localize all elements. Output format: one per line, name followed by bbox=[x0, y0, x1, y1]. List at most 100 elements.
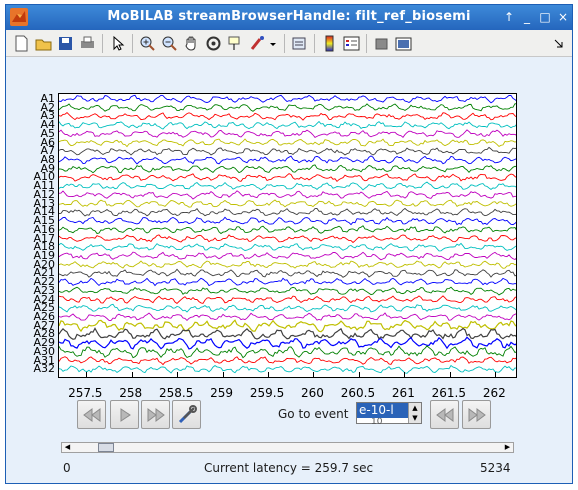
current-latency-label: Current latency = 259.7 sec bbox=[204, 461, 374, 475]
legend-icon[interactable] bbox=[342, 34, 361, 53]
eeg-axes[interactable] bbox=[58, 93, 517, 378]
x-tick-label: 260.5 bbox=[340, 386, 376, 400]
x-tick-label: 258 bbox=[119, 386, 143, 400]
channel-trace bbox=[59, 173, 516, 183]
channel-trace bbox=[59, 103, 516, 112]
channel-trace bbox=[59, 207, 516, 217]
spinner-up-icon[interactable]: ▲ bbox=[409, 403, 421, 413]
channel-trace bbox=[59, 303, 516, 313]
hide-plot-tools-icon[interactable] bbox=[372, 34, 391, 53]
toolbar-separator bbox=[314, 34, 315, 53]
x-tick-label: 257.5 bbox=[68, 386, 103, 400]
pan-icon[interactable] bbox=[182, 34, 201, 53]
x-tick-label: 262 bbox=[482, 386, 506, 400]
figure-canvas: A1 A2 A3 A4 A5 A6 A7 A8 A9 A10 A11 A12 A13 A14 A15 A16 A… bbox=[6, 58, 572, 483]
play-button[interactable] bbox=[110, 400, 139, 429]
new-file-icon[interactable] bbox=[12, 34, 31, 53]
zoom-in-icon[interactable] bbox=[138, 34, 157, 53]
zoom-out-icon[interactable] bbox=[160, 34, 179, 53]
channel-trace bbox=[59, 111, 516, 121]
channel-trace bbox=[59, 146, 516, 156]
rewind-button[interactable] bbox=[77, 400, 106, 429]
dock-arrow-icon[interactable] bbox=[552, 34, 566, 53]
channel-trace bbox=[59, 295, 516, 304]
pointer-icon[interactable] bbox=[108, 34, 127, 53]
x-tick-mark bbox=[313, 372, 315, 377]
channel-trace bbox=[59, 138, 516, 148]
next-event-button[interactable] bbox=[462, 400, 491, 429]
event-spinner[interactable]: e-10-l 10 ▲ ▼ bbox=[356, 402, 422, 424]
channel-label: A32 bbox=[33, 362, 55, 376]
channel-trace bbox=[59, 181, 516, 191]
pin-button[interactable]: ↑ bbox=[502, 10, 516, 24]
toolbar-separator bbox=[366, 34, 367, 53]
event-spinner-value[interactable]: e-10-l bbox=[357, 403, 409, 418]
x-tick-mark bbox=[177, 372, 179, 377]
channel-trace bbox=[59, 216, 516, 226]
channel-trace bbox=[59, 190, 516, 200]
x-tick-mark bbox=[404, 372, 406, 377]
colorbar-icon[interactable] bbox=[320, 34, 339, 53]
link-icon[interactable] bbox=[290, 34, 309, 53]
channel-trace bbox=[59, 312, 516, 322]
x-tick-label: 261 bbox=[391, 386, 415, 400]
x-tick-label: 259.5 bbox=[249, 386, 285, 400]
eeg-traces bbox=[59, 94, 516, 374]
scroll-max-label: 5234 bbox=[480, 461, 511, 475]
x-tick-mark bbox=[268, 372, 270, 377]
toolbar-separator bbox=[132, 34, 133, 53]
show-plot-tools-icon[interactable] bbox=[394, 34, 413, 53]
minimize-button[interactable]: _ bbox=[520, 10, 534, 24]
spinner-arrows[interactable]: ▲ ▼ bbox=[408, 403, 421, 423]
figure-toolbar bbox=[6, 30, 572, 57]
channel-trace bbox=[59, 164, 516, 174]
x-tick-label: 261.5 bbox=[431, 386, 467, 400]
channel-trace bbox=[59, 120, 516, 130]
fast-forward-button[interactable] bbox=[141, 400, 170, 429]
save-icon[interactable] bbox=[56, 34, 75, 53]
data-cursor-icon[interactable] bbox=[226, 34, 245, 53]
scroll-right-icon[interactable]: ▶ bbox=[502, 443, 513, 452]
channel-trace bbox=[59, 251, 516, 261]
x-tick-mark bbox=[358, 372, 360, 377]
time-scrollbar[interactable]: ◀ ▶ bbox=[61, 442, 514, 453]
x-tick-mark bbox=[222, 372, 224, 377]
channel-trace bbox=[59, 345, 516, 359]
close-button[interactable]: × bbox=[556, 10, 570, 24]
window-title: MoBILAB streamBrowserHandle: filt_ref_bi… bbox=[107, 9, 471, 24]
maximize-button[interactable]: □ bbox=[538, 10, 552, 24]
channel-trace bbox=[59, 268, 516, 278]
brush-icon[interactable] bbox=[248, 34, 267, 53]
previous-event-button[interactable] bbox=[430, 400, 459, 429]
title-bar: MoBILAB streamBrowserHandle: filt_ref_bi… bbox=[6, 5, 572, 30]
print-icon[interactable] bbox=[78, 34, 97, 53]
channel-trace bbox=[59, 242, 516, 252]
goto-event-label: Go to event bbox=[278, 407, 349, 421]
settings-button[interactable] bbox=[172, 400, 201, 429]
brush-dropdown-icon[interactable] bbox=[268, 34, 278, 53]
channel-trace bbox=[59, 277, 516, 287]
channel-trace bbox=[59, 260, 516, 269]
x-tick-mark bbox=[495, 372, 497, 377]
x-tick-label: 258.5 bbox=[158, 386, 194, 400]
channel-trace bbox=[59, 129, 516, 138]
scroll-left-icon[interactable]: ◀ bbox=[62, 443, 73, 452]
spinner-down-icon[interactable]: ▼ bbox=[409, 413, 421, 423]
scroll-min-label: 0 bbox=[63, 461, 71, 475]
toolbar-separator bbox=[102, 34, 103, 53]
channel-trace bbox=[59, 199, 516, 208]
channel-trace bbox=[59, 94, 516, 104]
channel-trace bbox=[59, 286, 516, 296]
open-folder-icon[interactable] bbox=[34, 34, 53, 53]
toolbar-separator bbox=[284, 34, 285, 53]
rotate-3d-icon[interactable] bbox=[204, 34, 223, 53]
channel-trace bbox=[59, 155, 516, 165]
channel-trace bbox=[59, 225, 516, 235]
channel-trace bbox=[59, 356, 516, 366]
x-tick-mark bbox=[131, 372, 133, 377]
scroll-thumb[interactable] bbox=[97, 443, 114, 452]
channel-trace bbox=[59, 327, 516, 340]
event-spinner-next: 10 bbox=[371, 418, 383, 424]
channel-trace bbox=[59, 364, 516, 374]
x-tick-mark bbox=[449, 372, 451, 377]
